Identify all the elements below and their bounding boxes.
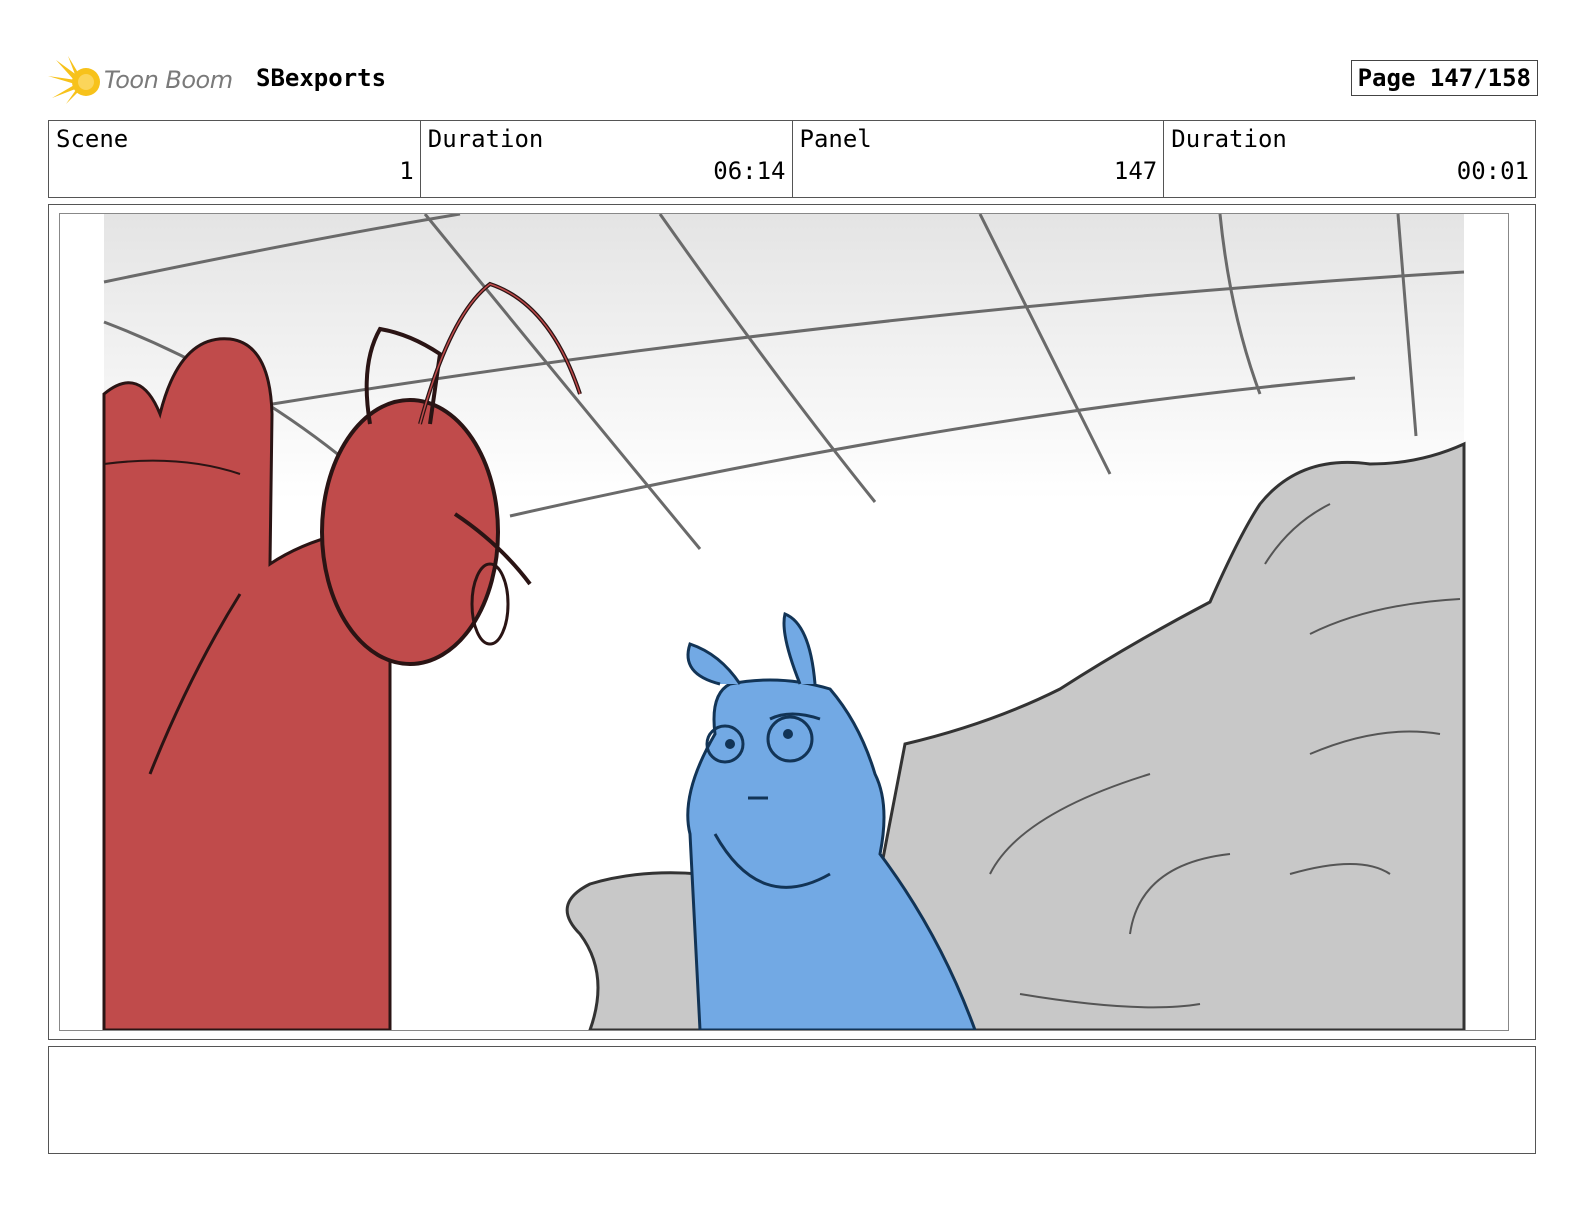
- scene-duration-cell: Duration 06:14: [421, 121, 793, 197]
- starburst-icon: [48, 56, 100, 104]
- scene-duration-value: 06:14: [713, 157, 786, 185]
- panel-cell: Panel 147: [793, 121, 1165, 197]
- page-header: Toon Boom SBexports Page 147/158: [48, 52, 1538, 108]
- panel-duration-label: Duration: [1171, 125, 1287, 153]
- page-number: Page 147/158: [1350, 60, 1538, 96]
- toon-boom-logo: Toon Boom: [48, 54, 238, 106]
- storyboard-panel-image: [59, 213, 1509, 1031]
- storyboard-drawing: [102, 214, 1466, 1030]
- panel-info-table: Scene 1 Duration 06:14 Panel 147 Duratio…: [48, 120, 1536, 198]
- project-title: SBexports: [256, 64, 387, 92]
- panel-label: Panel: [799, 125, 872, 153]
- scene-cell: Scene 1: [49, 121, 421, 197]
- panel-value: 147: [1113, 157, 1158, 185]
- logo-text: Toon Boom: [104, 66, 233, 94]
- panel-notes-box: [48, 1046, 1536, 1154]
- scene-duration-label: Duration: [427, 125, 544, 153]
- panel-duration-value: 00:01: [1456, 157, 1529, 185]
- scene-label: Scene: [56, 125, 129, 153]
- scene-value: 1: [399, 157, 414, 185]
- storyboard-panel-frame: [48, 204, 1536, 1040]
- panel-duration-cell: Duration 00:01: [1164, 121, 1535, 197]
